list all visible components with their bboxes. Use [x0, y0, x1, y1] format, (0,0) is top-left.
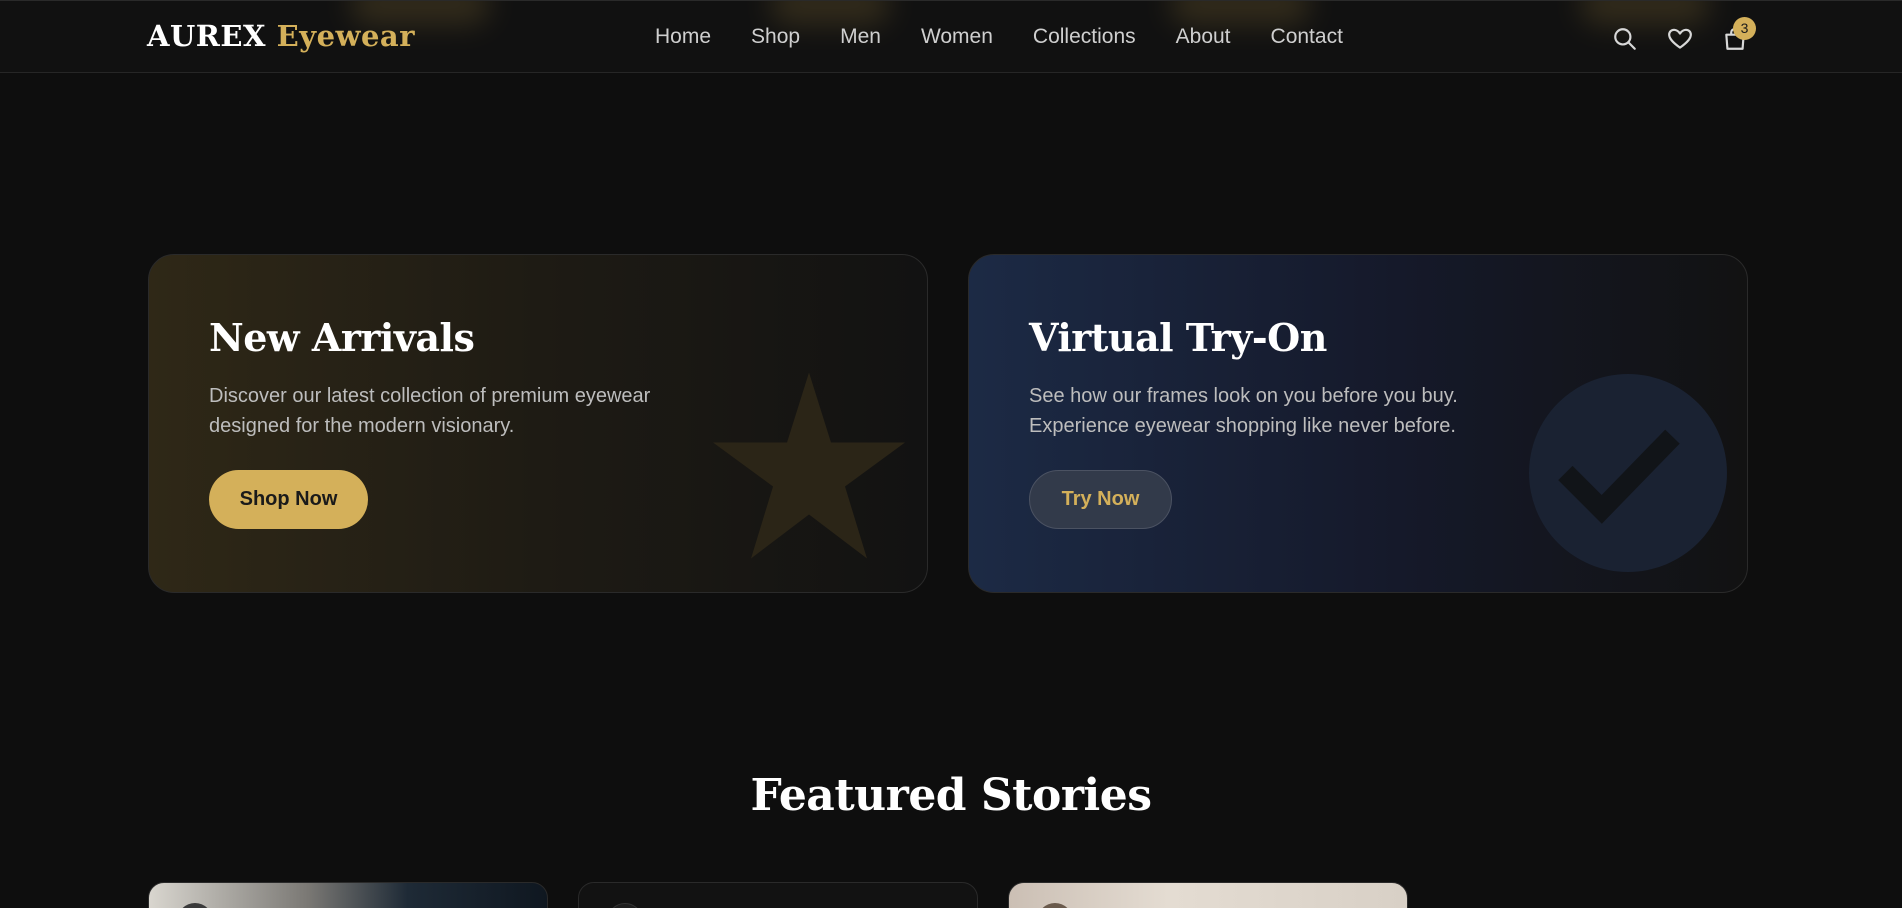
search-icon[interactable]	[1612, 26, 1638, 52]
nav-home[interactable]: Home	[655, 25, 711, 49]
featured-stories-title: Featured Stories	[750, 770, 1152, 821]
nav-women[interactable]: Women	[921, 25, 993, 49]
promo-description: See how our frames look on you before yo…	[1029, 385, 1458, 437]
story-avatar	[177, 903, 213, 908]
star-icon	[713, 372, 905, 559]
nav-men[interactable]: Men	[840, 25, 881, 49]
header-glow	[1170, 1, 1310, 25]
promo-description: Discover our latest collection of premiu…	[209, 385, 651, 437]
nav-shop[interactable]: Shop	[751, 25, 800, 49]
nav-collections[interactable]: Collections	[1033, 25, 1136, 49]
story-avatar	[607, 903, 643, 908]
brand-name: AUREX	[147, 19, 266, 53]
heart-icon[interactable]	[1667, 26, 1693, 52]
story-card[interactable]	[1008, 882, 1408, 908]
try-now-button[interactable]: Try Now	[1029, 470, 1172, 529]
promo-card-new-arrivals: New Arrivals Discover our latest collect…	[148, 254, 928, 593]
header-glow	[1580, 1, 1710, 25]
header-glow	[770, 1, 890, 25]
nav-about[interactable]: About	[1176, 25, 1231, 49]
story-avatar	[1037, 903, 1073, 908]
promo-title: Virtual Try-On	[1029, 315, 1327, 360]
nav-contact[interactable]: Contact	[1271, 25, 1343, 49]
shop-now-button[interactable]: Shop Now	[209, 470, 368, 529]
story-card[interactable]	[148, 882, 548, 908]
main-nav: Home Shop Men Women Collections About Co…	[655, 25, 1383, 49]
brand-name-accent: Eyewear	[276, 19, 415, 53]
promo-title: New Arrivals	[209, 315, 475, 360]
cart-count-badge: 3	[1733, 17, 1756, 40]
brand-logo[interactable]: AUREX Eyewear	[147, 19, 415, 53]
site-header: AUREX Eyewear Home Shop Men Women Collec…	[0, 0, 1902, 73]
story-card[interactable]	[578, 882, 978, 908]
check-circle-icon	[1529, 374, 1727, 572]
promo-card-virtual-try-on: Virtual Try-On See how our frames look o…	[968, 254, 1748, 593]
